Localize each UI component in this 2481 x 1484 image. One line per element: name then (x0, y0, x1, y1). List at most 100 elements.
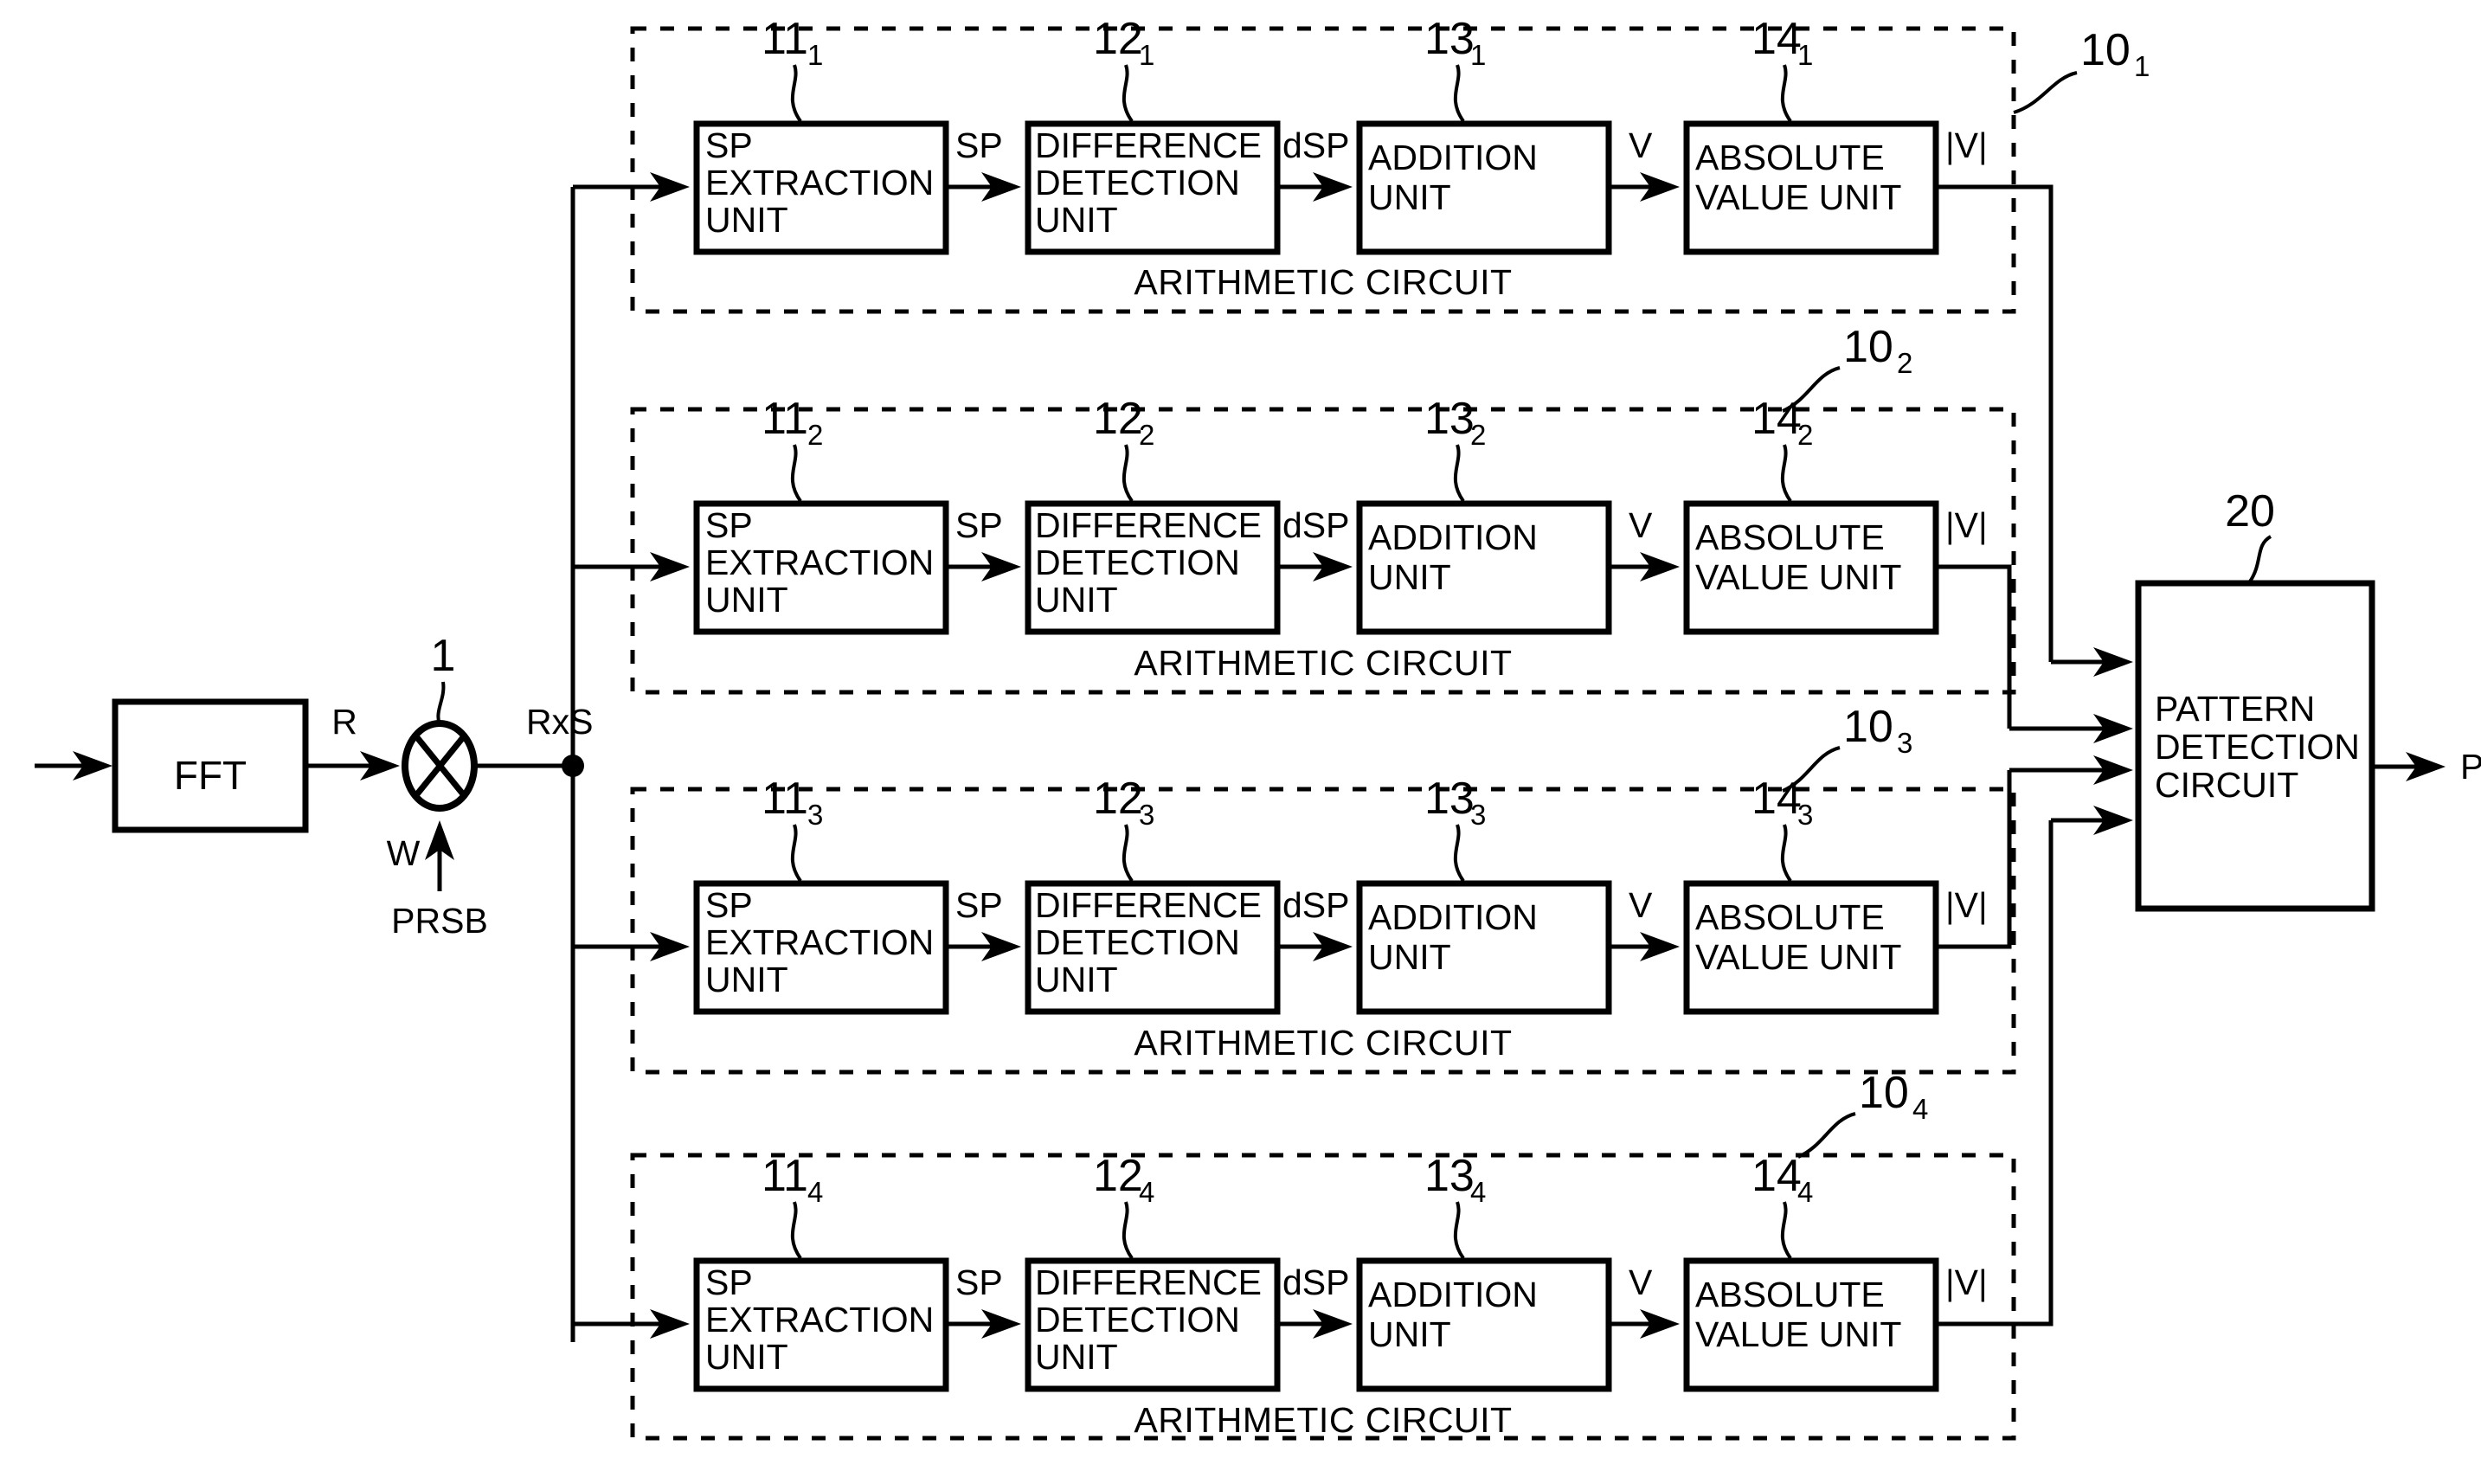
row-2-ref-14: 14 (1751, 394, 1802, 444)
row-2-ref-13-sub: 2 (1470, 419, 1486, 451)
row-3-sp-extraction-unit-line-1: EXTRACTION (705, 922, 934, 962)
row-3-group-ref-10-sub: 3 (1897, 727, 1912, 759)
r-wire (305, 751, 400, 781)
row-2-signal-dsp: dSP (1282, 505, 1350, 545)
row-2-sp-extraction-unit-line-2: UNIT (705, 580, 788, 620)
patent-figure-canvas: FFT R 1 W PRSB RxS SP EXTRACTION UNIT 11… (0, 0, 2481, 1484)
row-1-ref-14-sub: 1 (1797, 39, 1813, 71)
row-2-absolute-value-unit-line-0: ABSOLUTE (1695, 517, 1885, 557)
prsb-wire (425, 820, 454, 891)
pattern-detection-output-wire (2372, 752, 2446, 781)
row-3-ref-14-sub: 3 (1797, 799, 1813, 831)
row-4-ref-14: 14 (1751, 1151, 1802, 1201)
fft-input-wire (35, 751, 112, 781)
row-1-sp-extraction-unit-line-0: SP (705, 125, 753, 165)
pattern-detection-circuit-label-1: DETECTION (2155, 727, 2360, 767)
row-1-ref-11-leader (790, 64, 802, 123)
row-4-addition-unit-line-0: ADDITION (1368, 1275, 1538, 1314)
row-3-ref-14-leader (1780, 824, 1792, 883)
row-3-difference-detection-unit-line-2: UNIT (1035, 960, 1118, 999)
row-3-ref-12: 12 (1093, 774, 1143, 824)
row-4-signal-v: V (1629, 1262, 1653, 1302)
row-2-difference-detection-unit-line-2: UNIT (1035, 580, 1118, 620)
row-3-wire-v (1609, 932, 1680, 961)
row-4-sp-extraction-unit-line-2: UNIT (705, 1337, 788, 1377)
row-4-signal-sp: SP (955, 1262, 1003, 1302)
row-1-ref-12-sub: 1 (1139, 39, 1154, 71)
row-2-ref-11-leader (790, 444, 802, 503)
row-2-ref-12-leader (1122, 444, 1134, 503)
row-4-output-route (1936, 806, 2133, 1327)
row-4-difference-detection-unit-line-2: UNIT (1035, 1337, 1118, 1377)
row-4-group-ref-10: 10 (1859, 1068, 1909, 1118)
row-3-ref-12-sub: 3 (1139, 799, 1154, 831)
ref-20-leader (2248, 535, 2272, 583)
row-2-signal-sp: SP (955, 505, 1003, 545)
ref-1-leader (436, 681, 446, 726)
row-4-ref-13-leader (1453, 1201, 1465, 1260)
row-3-signal-dsp: dSP (1282, 885, 1350, 925)
row-4-wire-dsp (1277, 1309, 1353, 1339)
row-3-difference-detection-unit-line-1: DETECTION (1035, 922, 1240, 962)
row-2-sp-extraction-unit-line-1: EXTRACTION (705, 543, 934, 582)
row-4-ref-11-sub: 4 (807, 1176, 823, 1208)
row-4-difference-detection-unit-line-0: DIFFERENCE (1035, 1262, 1262, 1302)
output-signal-label-p: P (2460, 747, 2481, 787)
row-1-wire-v (1609, 172, 1680, 202)
arithmetic-circuit-row-4: SP EXTRACTION UNIT 11 4 SP DIFFERENCE DE… (630, 1068, 2016, 1441)
row-1-ref-14: 14 (1751, 14, 1802, 64)
row-2-difference-detection-unit-line-1: DETECTION (1035, 543, 1240, 582)
row-1-group-ref-leader (2013, 71, 2078, 114)
row-1-absolute-value-unit-line-0: ABSOLUTE (1695, 138, 1885, 177)
pattern-detection-circuit-label-2: CIRCUIT (2155, 765, 2298, 805)
row-1-sp-extraction-unit-line-1: EXTRACTION (705, 163, 934, 202)
row-2-signal-absv: |V| (1945, 505, 1988, 545)
row-2-ref-12: 12 (1093, 394, 1143, 444)
ref-num-20: 20 (2225, 486, 2275, 536)
row-1-ref-12-leader (1122, 64, 1134, 123)
row-1-signal-sp: SP (955, 125, 1003, 165)
row-1-output-route (1936, 184, 2133, 677)
multiplier-icon[interactable] (402, 720, 478, 812)
row-3-ref-13-leader (1453, 824, 1465, 883)
row-3-sp-extraction-unit-line-2: UNIT (705, 960, 788, 999)
row-4-group-ref-leader (1797, 1112, 1856, 1159)
row-1-wire-sp (946, 172, 1021, 202)
row-2-ref-11-sub: 2 (807, 419, 823, 451)
row-1-arithmetic-circuit-caption: ARITHMETIC CIRCUIT (1134, 262, 1512, 302)
row-4-ref-13: 13 (1424, 1151, 1475, 1201)
row-4-signal-absv: |V| (1945, 1262, 1988, 1302)
row-4-group-ref-10-sub: 4 (1912, 1093, 1928, 1125)
row-4-ref-11-leader (790, 1201, 802, 1260)
row-3-signal-v: V (1629, 885, 1653, 925)
row-3-difference-detection-unit-line-0: DIFFERENCE (1035, 885, 1262, 925)
row-3-signal-absv: |V| (1945, 885, 1988, 925)
row-3-group-ref-10: 10 (1843, 702, 1893, 752)
row-3-absolute-value-unit-line-1: VALUE UNIT (1695, 937, 1901, 977)
signal-label-r: R (331, 702, 357, 742)
row-2-wire-v (1609, 552, 1680, 581)
row-1-signal-dsp: dSP (1282, 125, 1350, 165)
pattern-detection-circuit-label-0: PATTERN (2155, 689, 2315, 729)
row-2-arithmetic-circuit-caption: ARITHMETIC CIRCUIT (1134, 643, 1512, 683)
row-3-absolute-value-unit-line-0: ABSOLUTE (1695, 897, 1885, 937)
row-1-ref-13-sub: 1 (1470, 39, 1486, 71)
row-3-ref-13-sub: 3 (1470, 799, 1486, 831)
signal-label-prsb: PRSB (391, 901, 488, 941)
arithmetic-circuit-row-1: SP EXTRACTION UNIT 1 1 1 SP DIFFERENCE DE… (630, 14, 2150, 314)
row-2-ref-14-sub: 2 (1797, 419, 1813, 451)
row-1-difference-detection-unit-line-2: UNIT (1035, 200, 1118, 240)
row-2-addition-unit-line-1: UNIT (1368, 557, 1451, 597)
row-3-ref-12-leader (1122, 824, 1134, 883)
row-4-sp-extraction-unit-line-0: SP (705, 1262, 753, 1302)
row-1-difference-detection-unit-line-1: DETECTION (1035, 163, 1240, 202)
row-4-ref-12-sub: 4 (1139, 1176, 1154, 1208)
row-3-group-ref-leader (1782, 746, 1841, 793)
row-4-ref-14-sub: 4 (1797, 1176, 1813, 1208)
row-1-ref-12: 12 (1093, 14, 1143, 64)
row-1-difference-detection-unit-line-0: DIFFERENCE (1035, 125, 1262, 165)
row-4-wire-v (1609, 1309, 1680, 1339)
row-3-addition-unit-line-0: ADDITION (1368, 897, 1538, 937)
arithmetic-circuit-row-2: SP EXTRACTION UNIT 11 2 SP DIFFERENCE DE… (630, 322, 2016, 695)
row-4-sp-extraction-unit-line-1: EXTRACTION (705, 1300, 934, 1339)
